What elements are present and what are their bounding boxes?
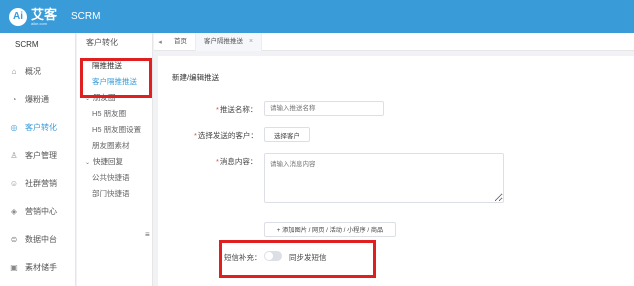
sms-sync-toggle[interactable] <box>264 251 282 261</box>
home-icon: ⌂ <box>11 66 17 76</box>
submenu-group-label: 朋友圈 <box>93 93 116 102</box>
submenu-group-moments[interactable]: ⌄ 朋友圈 <box>77 90 152 106</box>
app-root: Ai 艾客 aike.com SCRM SCRM ⌂ 概况 ◔ 爆粉通 ◎ 客户… <box>0 0 634 286</box>
primary-sidebar: SCRM ⌂ 概况 ◔ 爆粉通 ◎ 客户转化 ♙ 客户管理 ☺ 社群营销 ◈ 营… <box>0 33 76 286</box>
required-marker: * <box>194 131 197 140</box>
sidebar-item-label: 社群营销 <box>25 178 57 188</box>
folder-icon: ▣ <box>10 262 18 272</box>
secondary-menu: 客户转化 隔推推送 客户隔推推送 ⌄ 朋友圈 H5 朋友圈 H5 朋友圈设置 朋友… <box>77 33 153 286</box>
megaphone-icon: ◈ <box>10 206 18 216</box>
sidebar-item-label: 素材储手 <box>25 262 57 272</box>
sidebar-item-label: 客户管理 <box>25 150 57 160</box>
logo-text: 艾客 aike.com <box>31 8 57 26</box>
tab-label: 客户隔推推送 <box>204 37 243 45</box>
logo-name: 艾客 <box>31 6 58 22</box>
message-content-label-text: 消息内容： <box>219 157 258 166</box>
sidebar-title: SCRM <box>15 40 39 49</box>
form-title: 新建/编辑推送 <box>172 73 220 82</box>
sidebar-item-data-center[interactable]: ⊜ 数据中台 <box>0 225 75 253</box>
message-content-label: *消息内容： <box>216 156 257 167</box>
sidebar-item-label: 概况 <box>25 66 41 76</box>
logo-url: aike.com <box>31 20 48 26</box>
submenu-item-h5-moments-settings[interactable]: H5 朋友圈设置 <box>77 122 152 138</box>
message-content-textarea[interactable] <box>264 153 504 203</box>
caret-down-icon: ⌄ <box>85 160 91 166</box>
customers-label: *选择发送的客户： <box>194 130 258 141</box>
sidebar-item-label: 数据中台 <box>25 234 57 244</box>
brand-logo[interactable]: Ai 艾客 aike.com <box>9 7 57 26</box>
customers-label-text: 选择发送的客户： <box>197 131 258 140</box>
user-icon: ♙ <box>10 150 18 160</box>
caret-down-icon: ⌄ <box>85 96 91 102</box>
toggle-knob <box>265 252 273 260</box>
submenu-item-push[interactable]: 隔推推送 <box>77 58 152 74</box>
sidebar-item-label: 爆粉通 <box>25 94 49 104</box>
select-customers-button[interactable]: 选择客户 <box>264 127 310 142</box>
logo-icon: Ai <box>9 7 27 26</box>
submenu-group-label: 快捷回复 <box>93 157 124 166</box>
target-icon: ◎ <box>10 122 18 132</box>
sidebar-item-community-marketing[interactable]: ☺ 社群营销 <box>0 169 75 197</box>
tab-scroll-left-icon[interactable]: ◂ <box>154 38 166 46</box>
sidebar-item-overview[interactable]: ⌂ 概况 <box>0 57 75 85</box>
required-marker: * <box>216 105 219 114</box>
submenu-group-quick-reply[interactable]: ⌄ 快捷回复 <box>77 154 152 170</box>
collapse-menu-icon[interactable]: ≡ <box>145 230 153 239</box>
sms-supplement-label: 短信补充： <box>224 253 262 262</box>
sidebar-item-fan-boost[interactable]: ◔ 爆粉通 <box>0 85 75 113</box>
submenu-item-department-phrases[interactable]: 部门快捷语 <box>77 186 152 202</box>
tab-label: 首页 <box>174 37 187 45</box>
push-name-input[interactable] <box>264 101 384 116</box>
group-icon: ☺ <box>9 178 19 188</box>
submenu-item-customer-push[interactable]: 客户隔推推送 <box>77 74 152 90</box>
sidebar-item-customer-management[interactable]: ♙ 客户管理 <box>0 141 75 169</box>
flame-icon: ◔ <box>11 94 17 104</box>
tab-home[interactable]: 首页 <box>166 32 196 51</box>
sms-sync-text: 同步发短信 <box>289 253 327 262</box>
close-tab-icon[interactable]: × <box>249 33 253 51</box>
submenu-item-public-phrases[interactable]: 公共快捷语 <box>77 170 152 186</box>
sidebar-item-label: 客户转化 <box>25 122 57 132</box>
required-marker: * <box>216 157 219 166</box>
push-name-label: *推送名称： <box>216 104 257 115</box>
product-name: SCRM <box>71 11 101 22</box>
push-name-label-text: 推送名称： <box>219 105 258 114</box>
sidebar-item-materials[interactable]: ▣ 素材储手 <box>0 253 75 281</box>
submenu-item-h5-moments[interactable]: H5 朋友圈 <box>77 106 152 122</box>
submenu-item-moments-materials[interactable]: 朋友圈素材 <box>77 138 152 154</box>
submenu-title: 客户转化 <box>86 38 118 47</box>
sidebar-item-label: 营销中心 <box>25 206 57 216</box>
top-bar: Ai 艾客 aike.com SCRM <box>0 0 634 33</box>
tab-bar: ◂ 首页 客户隔推推送 × <box>154 32 634 51</box>
database-icon: ⊜ <box>10 234 18 244</box>
sidebar-item-marketing-center[interactable]: ◈ 营销中心 <box>0 197 75 225</box>
tab-customer-push[interactable]: 客户隔推推送 × <box>196 32 263 51</box>
main-content: 新建/编辑推送 *推送名称： *选择发送的客户： 选择客户 *消息内容： + 添… <box>158 56 634 286</box>
add-attachment-button[interactable]: + 添加图片 / 网页 / 活动 / 小程序 / 商品 <box>264 222 396 237</box>
sidebar-item-customer-conversion[interactable]: ◎ 客户转化 <box>0 113 75 141</box>
